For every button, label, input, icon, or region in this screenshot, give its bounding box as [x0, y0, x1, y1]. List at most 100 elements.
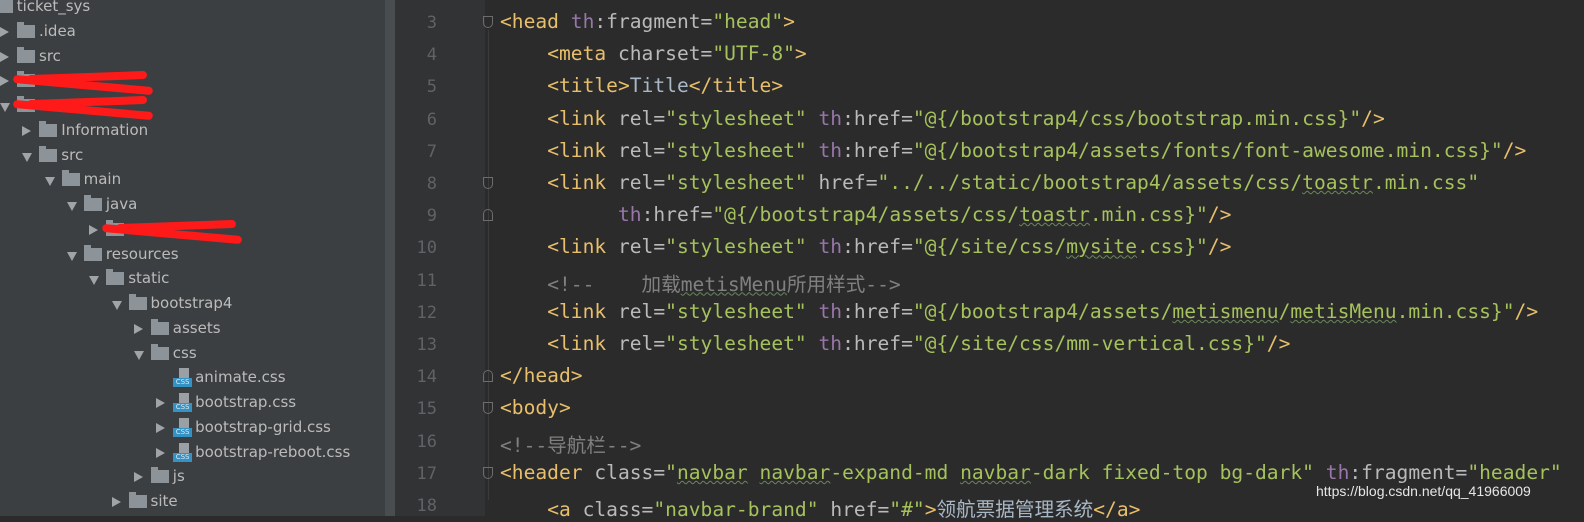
- code-token: :fragment=: [1349, 460, 1468, 484]
- chevron-right-icon[interactable]: [111, 497, 121, 507]
- code-line: <header class="navbar navbar-expand-md n…: [500, 461, 1562, 484]
- fold-end-icon[interactable]: [483, 209, 493, 222]
- chevron-right-icon[interactable]: [133, 472, 143, 483]
- chevron-right-icon[interactable]: [156, 422, 166, 433]
- chevron-down-icon[interactable]: [44, 177, 55, 187]
- code-token: />: [1266, 332, 1291, 355]
- tree-item[interactable]: .idea: [0, 20, 385, 45]
- code-token: />: [1361, 106, 1385, 130]
- chevron-down-icon[interactable]: [0, 103, 10, 112]
- code-token: />: [1514, 299, 1539, 323]
- code-token: <!--导航栏-->: [500, 433, 642, 457]
- tree-item-label: js: [172, 467, 185, 486]
- code-token: navbar: [960, 460, 1031, 484]
- chevron-right-icon[interactable]: [156, 398, 166, 408]
- folder-icon: [83, 195, 102, 211]
- code-token: mysite: [1066, 235, 1138, 259]
- tree-item-label: bootstrap4: [150, 294, 233, 312]
- tree-item[interactable]: js: [0, 465, 385, 490]
- tree-item[interactable]: src: [0, 45, 385, 70]
- code-token: .min.css": [1372, 171, 1480, 194]
- tree-item[interactable]: bootstrap4: [0, 292, 385, 317]
- tree-item[interactable]: site: [0, 490, 385, 515]
- chevron-right-icon[interactable]: [133, 323, 143, 334]
- code-token: metismenu: [1172, 299, 1279, 323]
- chevron-down-icon[interactable]: [111, 301, 122, 310]
- code-line: <link rel="stylesheet" href="../../stati…: [547, 171, 1479, 194]
- fold-start-icon[interactable]: [483, 177, 493, 189]
- code-token: "@{/site/css/mm-vertical.css}": [912, 332, 1267, 355]
- fold-end-icon[interactable]: [483, 370, 493, 383]
- tree-item-label: site: [150, 492, 178, 510]
- tree-item[interactable]: [0, 218, 385, 244]
- code-token: rel=: [617, 299, 666, 323]
- code-token: 领航票据管理系统: [936, 498, 1094, 521]
- line-number: 15: [416, 399, 437, 420]
- tree-item[interactable]: [0, 94, 385, 121]
- line-number: 4: [426, 45, 437, 66]
- code-token: metisMenu: [1290, 299, 1397, 323]
- chevron-down-icon[interactable]: [66, 251, 77, 261]
- chevron-down-icon[interactable]: [22, 152, 33, 162]
- chevron-right-icon[interactable]: [22, 125, 32, 136]
- line-number: 16: [416, 431, 437, 452]
- code-token: toastr: [1302, 171, 1373, 194]
- code-token: .css}": [1137, 235, 1208, 259]
- code-line: <!--导航栏-->: [500, 429, 641, 458]
- line-number: 5: [426, 77, 437, 98]
- code-token: />: [1207, 203, 1232, 227]
- code-token: .min.css}": [1396, 299, 1515, 323]
- folder-icon: [150, 318, 169, 335]
- code-token: "stylesheet": [665, 299, 819, 323]
- tree-item[interactable]: resources: [0, 243, 385, 268]
- code-line: <title>Title</title>: [547, 74, 783, 97]
- code-token: :href=: [842, 106, 913, 130]
- chevron-right-icon[interactable]: [0, 51, 9, 62]
- chevron-right-icon[interactable]: [0, 26, 9, 37]
- code-token: :href=: [842, 332, 913, 355]
- tree-item[interactable]: assets: [0, 317, 385, 342]
- tree-item[interactable]: static: [0, 267, 385, 292]
- tree-item[interactable]: CSS animate.css: [0, 366, 385, 391]
- line-number: 13: [416, 335, 437, 355]
- tree-item[interactable]: css: [0, 342, 385, 367]
- sidebar-scrollbar[interactable]: [385, 0, 395, 516]
- tree-item[interactable]: CSS bootstrap-reboot.css: [0, 441, 385, 466]
- code-token: :href=: [842, 299, 913, 323]
- code-token: <link: [547, 299, 618, 323]
- tree-item[interactable]: CSS bootstrap-grid.css: [0, 416, 385, 441]
- tree-item[interactable]: main: [0, 168, 385, 193]
- code-token: </title>: [688, 74, 784, 98]
- chevron-down-icon[interactable]: [133, 350, 144, 360]
- fold-start-icon[interactable]: [483, 466, 493, 479]
- tree-item[interactable]: java: [0, 193, 385, 218]
- tree-item[interactable]: [0, 69, 385, 96]
- chevron-right-icon[interactable]: [156, 447, 166, 458]
- code-token: <head: [500, 10, 571, 33]
- chevron-down-icon[interactable]: [89, 276, 100, 286]
- chevron-right-icon[interactable]: [89, 224, 99, 235]
- code-token: <meta: [547, 42, 618, 66]
- tree-item[interactable]: Information: [0, 119, 385, 144]
- code-token: class=: [582, 498, 654, 521]
- tree-item[interactable]: ticket_sys: [0, 0, 385, 20]
- line-number: 18: [416, 496, 437, 516]
- code-line: <body>: [500, 396, 571, 419]
- tree-item[interactable]: src: [0, 144, 385, 169]
- code-token: >: [794, 42, 807, 66]
- code-token: >: [924, 498, 937, 521]
- line-number: 11: [416, 270, 437, 291]
- chevron-down-icon[interactable]: [66, 202, 77, 211]
- code-token: />: [1207, 235, 1232, 259]
- tree-item-label: .idea: [39, 21, 76, 40]
- code-line: <link rel="stylesheet" th:href="@{/boots…: [547, 139, 1526, 162]
- folder-icon: [128, 294, 147, 310]
- fold-start-icon[interactable]: [483, 16, 493, 28]
- tree-item-label: bootstrap-reboot.css: [195, 442, 351, 461]
- tree-item[interactable]: CSS bootstrap.css: [0, 391, 385, 416]
- chevron-right-icon[interactable]: [0, 76, 9, 87]
- code-token: <link: [547, 106, 618, 130]
- tree-item-label: bootstrap.css: [195, 393, 297, 411]
- code-line: <link rel="stylesheet" th:href="@{/site/…: [547, 332, 1290, 355]
- code-token: "header": [1467, 460, 1562, 484]
